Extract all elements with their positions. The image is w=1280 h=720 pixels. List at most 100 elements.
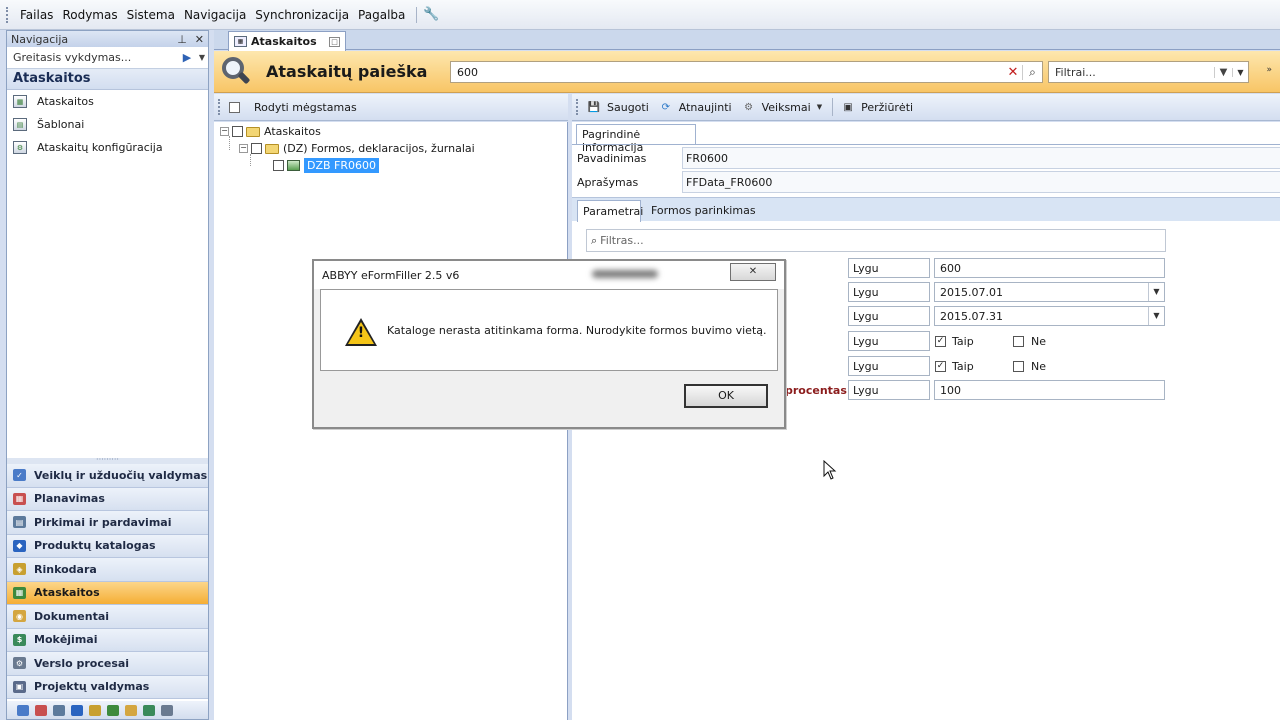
nav-item-label: Šablonai <box>37 118 85 131</box>
description-row: Aprašymas FFData_FR0600 <box>572 170 1280 194</box>
nav-group-activities[interactable]: ✓ Veiklų ir užduočių valdymas <box>7 464 208 488</box>
close-tab-icon[interactable]: □ <box>329 36 340 47</box>
no-checkbox[interactable] <box>1013 336 1024 347</box>
nav-group-purchases-sales[interactable]: ▤ Pirkimai ir pardavimai <box>7 511 208 535</box>
chevron-down-icon[interactable]: ▼ <box>196 53 208 62</box>
parameter-filter[interactable]: ⌕ Filtras... <box>586 229 1166 252</box>
clear-icon[interactable]: ✕ <box>1004 65 1022 80</box>
nav-group-business-processes[interactable]: ⚙ Verslo procesai <box>7 652 208 676</box>
param-value: 2015.07.01 <box>940 286 1003 299</box>
save-button[interactable]: 💾 Saugoti <box>587 101 649 114</box>
param-operator[interactable]: Lygu <box>848 331 930 351</box>
purchases-icon[interactable] <box>53 704 65 716</box>
calendar-icon[interactable] <box>35 704 47 716</box>
param-date-from[interactable]: 2015.07.01 ▼ <box>934 282 1165 302</box>
tab-parameters[interactable]: Parametrai <box>577 200 643 222</box>
menu-view[interactable]: Rodymas <box>62 8 117 22</box>
nav-group-projects[interactable]: ▣ Projektų valdymas <box>7 675 208 699</box>
nav-item-reports[interactable]: ▦ Ataskaitos <box>7 90 208 113</box>
nav-item-label: Ataskaitų konfigūracija <box>37 141 163 154</box>
documents-icon: ◉ <box>13 610 26 623</box>
nav-group-reports[interactable]: ▦ Ataskaitos <box>7 581 208 605</box>
navigation-panel: Navigacija ⊥ ✕ Greitasis vykdymas... ▶ ▼… <box>6 30 209 720</box>
search-input[interactable]: 600 <box>451 66 1004 79</box>
quick-run-field[interactable]: Greitasis vykdymas... ▶ ▼ <box>7 47 208 69</box>
gear-icon[interactable] <box>161 704 173 716</box>
menu-synchronization[interactable]: Synchronizacija <box>255 8 349 22</box>
tab-reports[interactable]: ▦ Ataskaitos □ <box>228 31 346 51</box>
actions-button[interactable]: ⚙ Veiksmai ▼ <box>742 101 822 114</box>
dialog-close-button[interactable]: ✕ <box>730 263 776 281</box>
run-arrow-icon[interactable]: ▶ <box>178 51 196 64</box>
nav-group-product-catalog[interactable]: ◆ Produktų katalogas <box>7 534 208 558</box>
menu-system[interactable]: Sistema <box>127 8 175 22</box>
param-date-to[interactable]: 2015.07.31 ▼ <box>934 306 1165 326</box>
activities-icon[interactable] <box>17 704 29 716</box>
chevron-down-icon[interactable]: ▼ <box>1148 283 1164 301</box>
menu-grip <box>6 6 10 23</box>
no-checkbox[interactable] <box>1013 361 1024 372</box>
param-operator[interactable]: Lygu <box>848 356 930 376</box>
pin-icon[interactable]: ⊥ <box>177 33 187 46</box>
parameter-tabs: Parametrai Formos parinkimas <box>572 197 1280 222</box>
payments-icon[interactable] <box>143 704 155 716</box>
tree-node-root[interactable]: − Ataskaitos <box>220 123 321 140</box>
nav-group-documents[interactable]: ◉ Dokumentai <box>7 605 208 629</box>
menu-file[interactable]: Failas <box>20 8 53 22</box>
close-icon[interactable]: ✕ <box>195 33 204 46</box>
funnel-icon[interactable]: ▼ <box>1214 66 1232 78</box>
param-operator[interactable]: Lygu <box>848 306 930 326</box>
nav-group-payments[interactable]: $ Mokėjimai <box>7 628 208 652</box>
tab-main-info[interactable]: Pagrindinė informacija <box>576 124 696 154</box>
filter-input[interactable]: Filtrai... <box>1049 66 1214 79</box>
tree-checkbox[interactable] <box>273 160 284 171</box>
marketing-icon[interactable] <box>89 704 101 716</box>
nav-group-label: Pirkimai ir pardavimai <box>34 515 172 529</box>
name-field[interactable]: FR0600 <box>682 147 1280 169</box>
chevron-down-icon[interactable]: ▼ <box>1232 67 1248 77</box>
dialog-title-bar[interactable]: ABBYY eFormFiller 2.5 v6 ✕ <box>314 261 784 289</box>
tree-node-label: (DZ) Formos, deklaracijos, žurnalai <box>283 142 475 155</box>
report-icon[interactable] <box>107 704 119 716</box>
wrench-icon[interactable]: 🔧 <box>423 7 439 22</box>
preview-button[interactable]: ▣ Peržiūrėti <box>841 101 913 114</box>
nav-item-report-config[interactable]: ⚙ Ataskaitų konfigūracija <box>7 136 208 159</box>
documents-icon[interactable] <box>125 704 137 716</box>
yes-checkbox[interactable]: ✓ <box>935 361 946 372</box>
search-icon[interactable]: ⌕ <box>1022 64 1042 80</box>
nav-item-templates[interactable]: ▤ Šablonai <box>7 113 208 136</box>
chevron-down-icon[interactable]: ▼ <box>1148 307 1164 325</box>
tree-checkbox[interactable] <box>251 143 262 154</box>
menu-bar: Failas Rodymas Sistema Navigacija Synchr… <box>0 0 1280 30</box>
menu-navigation[interactable]: Navigacija <box>184 8 246 22</box>
filter-field[interactable]: Filtrai... ▼ ▼ <box>1048 61 1249 83</box>
description-field[interactable]: FFData_FR0600 <box>682 171 1280 193</box>
overflow-chevron-icon[interactable]: » <box>1266 65 1272 75</box>
menu-help[interactable]: Pagalba <box>358 8 405 22</box>
param-operator[interactable]: Lygu <box>848 282 930 302</box>
quick-run-input[interactable]: Greitasis vykdymas... <box>7 51 178 64</box>
param-value[interactable]: 100 <box>934 380 1165 400</box>
collapse-icon[interactable]: − <box>220 127 229 136</box>
tree-checkbox[interactable] <box>232 126 243 137</box>
refresh-button[interactable]: ⟳ Atnaujinti <box>659 101 732 114</box>
nav-title-bar: Navigacija ⊥ ✕ <box>7 31 208 47</box>
search-field[interactable]: 600 ✕ ⌕ <box>450 61 1043 83</box>
param-operator[interactable]: Lygu <box>848 380 930 400</box>
param-value: 2015.07.31 <box>940 310 1003 323</box>
cube-icon[interactable] <box>71 704 83 716</box>
ok-button[interactable]: OK <box>684 384 768 408</box>
tree-node-report[interactable]: DZB FR0600 <box>273 157 380 174</box>
favorites-checkbox[interactable] <box>229 101 240 113</box>
nav-group-planning[interactable]: ▦ Planavimas <box>7 487 208 511</box>
collapse-icon[interactable]: − <box>239 144 248 153</box>
param-operator[interactable]: Lygu <box>848 258 930 278</box>
favorites-label[interactable]: Rodyti mėgstamas <box>254 101 357 114</box>
tab-form-selection[interactable]: Formos parinkimas <box>646 200 761 222</box>
nav-group-marketing[interactable]: ◈ Rinkodara <box>7 558 208 582</box>
yes-checkbox[interactable]: ✓ <box>935 336 946 347</box>
nav-item-label: Ataskaitos <box>37 95 94 108</box>
tree-node-folder[interactable]: − (DZ) Formos, deklaracijos, žurnalai <box>239 140 475 157</box>
filter-placeholder: Filtras... <box>600 234 644 247</box>
param-value[interactable]: 600 <box>934 258 1165 278</box>
